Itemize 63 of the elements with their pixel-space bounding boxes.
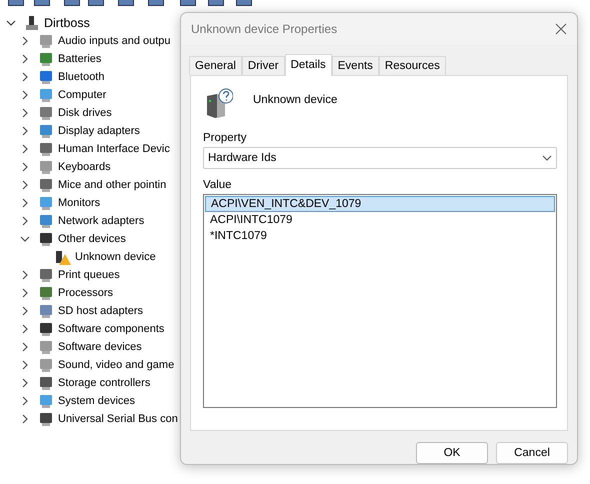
chevron-right-icon[interactable]	[20, 270, 30, 280]
chevron-right-icon[interactable]	[20, 216, 30, 226]
chevron-right-icon[interactable]	[20, 108, 30, 118]
tree-item[interactable]: Unknown device	[75, 251, 156, 263]
cancel-button[interactable]: Cancel	[496, 442, 568, 464]
tab[interactable]: Resources	[378, 56, 446, 75]
chevron-right-icon[interactable]	[20, 360, 30, 370]
tree-item[interactable]: Mice and other pointin	[58, 179, 166, 191]
chevron-right-icon[interactable]	[20, 306, 30, 316]
tree-item[interactable]: Monitors	[58, 197, 100, 209]
tree-item[interactable]: Display adapters	[58, 125, 140, 137]
tree-item[interactable]: SD host adapters	[58, 305, 143, 317]
chevron-right-icon[interactable]	[20, 36, 30, 46]
chevron-right-icon[interactable]	[20, 144, 30, 154]
tree-item[interactable]: Bluetooth	[58, 71, 104, 83]
tree-item[interactable]: Software components	[58, 323, 164, 335]
tree-item[interactable]: Disk drives	[58, 107, 112, 119]
chevron-down-icon	[542, 154, 552, 161]
tab[interactable]: Events	[332, 56, 379, 75]
device-name: Unknown device	[253, 94, 338, 106]
chevron-right-icon[interactable]	[20, 54, 30, 64]
chevron-right-icon[interactable]	[20, 342, 30, 352]
chevron-right-icon[interactable]	[20, 162, 30, 172]
close-icon[interactable]	[555, 22, 567, 35]
chevron-right-icon[interactable]	[20, 396, 30, 406]
tree-item[interactable]: Dirtboss	[44, 16, 90, 30]
tree-item[interactable]: Sound, video and game	[58, 359, 174, 371]
ok-button[interactable]: OK	[416, 442, 488, 464]
field-label: Property	[203, 132, 248, 144]
chevron-down-icon[interactable]	[6, 18, 16, 28]
list-item[interactable]: ACPI\INTC1079	[205, 212, 555, 228]
tree-item[interactable]: Audio inputs and outpu	[58, 35, 171, 47]
property-dropdown[interactable]: Hardware Ids	[203, 146, 557, 169]
chevron-right-icon[interactable]	[20, 198, 30, 208]
chevron-right-icon[interactable]	[20, 126, 30, 136]
chevron-right-icon[interactable]	[20, 72, 30, 82]
tab[interactable]: Details	[284, 54, 332, 76]
tree-item[interactable]: Processors	[58, 287, 114, 299]
tree-item[interactable]: Keyboards	[58, 161, 111, 173]
tree-item[interactable]: Other devices	[58, 233, 126, 245]
warning-device-icon	[55, 249, 71, 265]
tree-item[interactable]: Software devices	[58, 341, 142, 353]
tree-item[interactable]: Storage controllers	[58, 377, 150, 389]
tree-item[interactable]: Human Interface Devic	[58, 143, 170, 155]
tree-item[interactable]: Computer	[58, 89, 106, 101]
list-item[interactable]: *INTC1079	[205, 228, 555, 244]
tree-item[interactable]: Print queues	[58, 269, 120, 281]
chevron-right-icon[interactable]	[20, 378, 30, 388]
tree-item[interactable]: Batteries	[58, 53, 102, 65]
tab[interactable]: Driver	[242, 56, 285, 75]
tree-item[interactable]: System devices	[58, 395, 136, 407]
tree-item[interactable]: Universal Serial Bus con	[58, 413, 178, 425]
chevron-right-icon[interactable]	[20, 324, 30, 334]
chevron-right-icon[interactable]	[20, 414, 30, 424]
list-item[interactable]: ACPI\VEN_INTC&DEV_1079	[205, 196, 555, 212]
tree-item[interactable]: Network adapters	[58, 215, 144, 227]
tab[interactable]: General	[189, 56, 242, 75]
dialog-title: Unknown device Properties	[191, 22, 338, 36]
field-label: Value	[203, 178, 233, 191]
chevron-right-icon[interactable]	[20, 288, 30, 298]
chevron-down-icon[interactable]	[20, 234, 30, 244]
chevron-right-icon[interactable]	[20, 180, 30, 190]
chevron-right-icon[interactable]	[20, 90, 30, 100]
